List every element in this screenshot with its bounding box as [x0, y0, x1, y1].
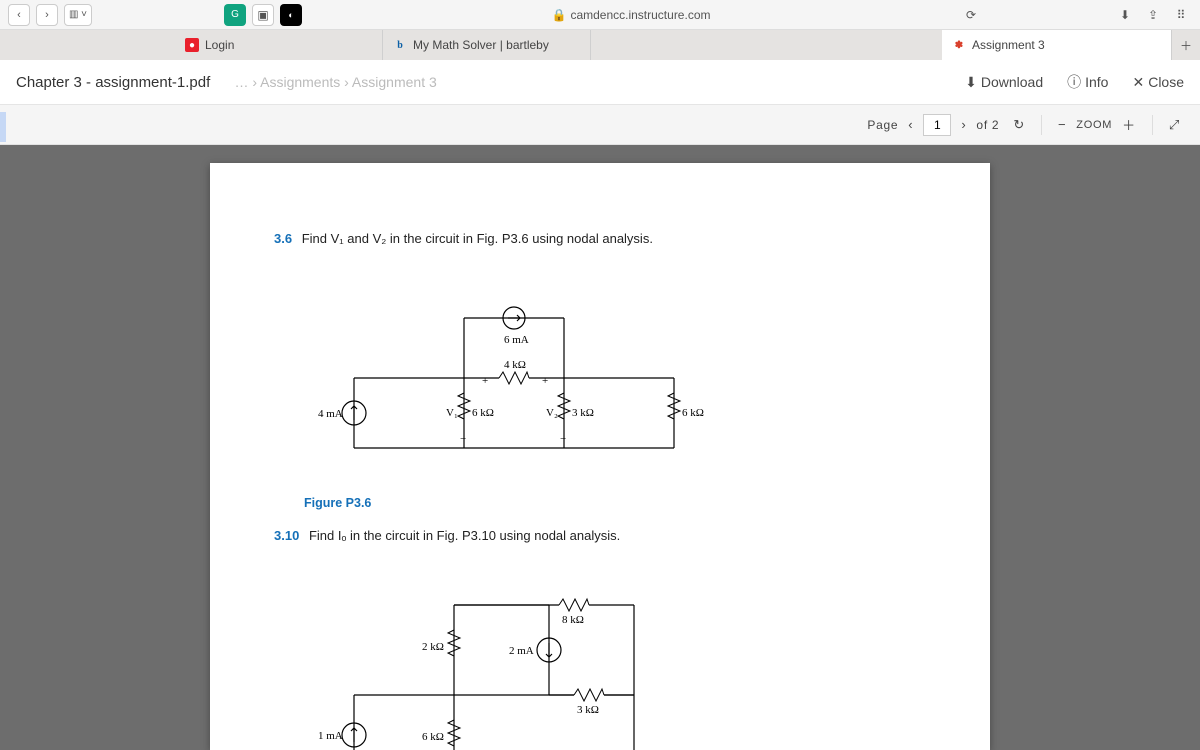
- document-bar: Chapter 3 - assignment-1.pdf … › Assignm…: [0, 60, 1200, 105]
- favicon-icon: ●: [185, 38, 199, 52]
- downloads-icon[interactable]: ⬇: [1114, 4, 1136, 26]
- info-icon: ⓘ: [1067, 72, 1081, 92]
- viewer-toolbar: Page ‹ › of 2 ↻ − ZOOM ＋ ⤢: [0, 105, 1200, 145]
- zoom-in-button[interactable]: ＋: [1120, 115, 1138, 134]
- page-input[interactable]: [923, 114, 951, 136]
- next-page-button[interactable]: ›: [959, 117, 968, 132]
- tab-strip: ● Login b My Math Solver | bartleby ✽ As…: [0, 30, 1200, 60]
- breadcrumb: … › Assignments › Assignment 3: [234, 74, 436, 90]
- screenshot-icon[interactable]: ▣: [252, 4, 274, 26]
- svg-text:8 kΩ: 8 kΩ: [562, 614, 584, 626]
- svg-text:6 mA: 6 mA: [504, 334, 529, 346]
- problem-number: 3.10: [274, 528, 299, 543]
- forward-button[interactable]: ›: [36, 4, 58, 26]
- svg-text:6 kΩ: 6 kΩ: [422, 731, 444, 743]
- close-button[interactable]: ✕Close: [1132, 74, 1184, 91]
- svg-text:4 mA: 4 mA: [318, 408, 343, 420]
- document-title: Chapter 3 - assignment-1.pdf: [16, 74, 210, 91]
- svg-text:2 mA: 2 mA: [509, 645, 534, 657]
- back-button[interactable]: ‹: [8, 4, 30, 26]
- sidebar-toggle[interactable]: ▥ ˅: [64, 4, 92, 26]
- zoom-out-button[interactable]: −: [1056, 117, 1068, 132]
- share-icon[interactable]: ⇪: [1142, 4, 1164, 26]
- fullscreen-button[interactable]: ⤢: [1167, 117, 1182, 133]
- new-tab-button[interactable]: ＋: [1172, 30, 1200, 60]
- tab-label: Assignment 3: [972, 38, 1045, 52]
- url-host: camdencc.instructure.com: [570, 8, 710, 22]
- pdf-page: 3.6 Find V₁ and V₂ in the circuit in Fig…: [210, 163, 990, 750]
- svg-text:3 kΩ: 3 kΩ: [577, 704, 599, 716]
- rotate-button[interactable]: ↻: [1011, 117, 1027, 133]
- problem-3-10: 3.10 Find Iₒ in the circuit in Fig. P3.1…: [274, 528, 926, 543]
- tab-assignment[interactable]: ✽ Assignment 3: [942, 30, 1172, 60]
- zoom-label: ZOOM: [1076, 119, 1112, 131]
- circuit-3-10: 8 kΩ 3 kΩ 2 kΩ 2 mA 1 mA 6 kΩ Iₒ: [304, 585, 684, 750]
- reload-button[interactable]: ⟳: [960, 4, 982, 26]
- problem-number: 3.6: [274, 231, 292, 246]
- download-button[interactable]: ⬇Download: [965, 74, 1043, 91]
- selection-sliver: [0, 112, 6, 142]
- browser-chrome: ‹ › ▥ ˅ G ▣ ◐ 🔒 camdencc.instructure.com…: [0, 0, 1200, 30]
- pdf-viewport[interactable]: 3.6 Find V₁ and V₂ in the circuit in Fig…: [0, 145, 1200, 750]
- circuit-3-6: 6 mA 4 kΩ + + 4 mA V₁ 6 kΩ − V₂ 3 kΩ − 6 k…: [304, 288, 724, 478]
- tab-label: Login: [205, 38, 234, 52]
- svg-text:4 kΩ: 4 kΩ: [504, 359, 526, 371]
- page-total: of 2: [976, 118, 999, 132]
- svg-text:3 kΩ: 3 kΩ: [572, 407, 594, 419]
- svg-text:V₂: V₂: [546, 407, 558, 419]
- shield-icon[interactable]: ◐: [280, 4, 302, 26]
- download-icon: ⬇: [965, 74, 977, 91]
- apps-icon[interactable]: ⠿: [1170, 4, 1192, 26]
- svg-text:6 kΩ: 6 kΩ: [682, 407, 704, 419]
- close-icon: ✕: [1132, 74, 1144, 91]
- svg-text:+: +: [482, 375, 488, 387]
- svg-text:+: +: [542, 375, 548, 387]
- problem-3-6: 3.6 Find V₁ and V₂ in the circuit in Fig…: [274, 231, 926, 246]
- extension-icon[interactable]: G: [224, 4, 246, 26]
- svg-text:−: −: [560, 433, 566, 445]
- page-label: Page: [867, 118, 898, 132]
- svg-text:6 kΩ: 6 kΩ: [472, 407, 494, 419]
- tab-label: My Math Solver | bartleby: [413, 38, 549, 52]
- svg-text:−: −: [460, 433, 466, 445]
- svg-text:2 kΩ: 2 kΩ: [422, 641, 444, 653]
- favicon-icon: ✽: [952, 38, 966, 52]
- favicon-icon: b: [393, 38, 407, 52]
- svg-text:V₁: V₁: [446, 407, 458, 419]
- info-button[interactable]: ⓘInfo: [1067, 72, 1108, 92]
- lock-icon: 🔒: [551, 8, 566, 22]
- address-bar[interactable]: 🔒 camdencc.instructure.com: [551, 8, 710, 22]
- tab-bartleby[interactable]: b My Math Solver | bartleby: [383, 30, 591, 60]
- prev-page-button[interactable]: ‹: [906, 117, 915, 132]
- problem-text: Find V₁ and V₂ in the circuit in Fig. P3…: [302, 231, 653, 246]
- problem-text: Find Iₒ in the circuit in Fig. P3.10 usi…: [309, 528, 620, 543]
- figure-caption: Figure P3.6: [304, 496, 926, 510]
- svg-text:1 mA: 1 mA: [318, 730, 343, 742]
- tab-login[interactable]: ● Login: [175, 30, 383, 60]
